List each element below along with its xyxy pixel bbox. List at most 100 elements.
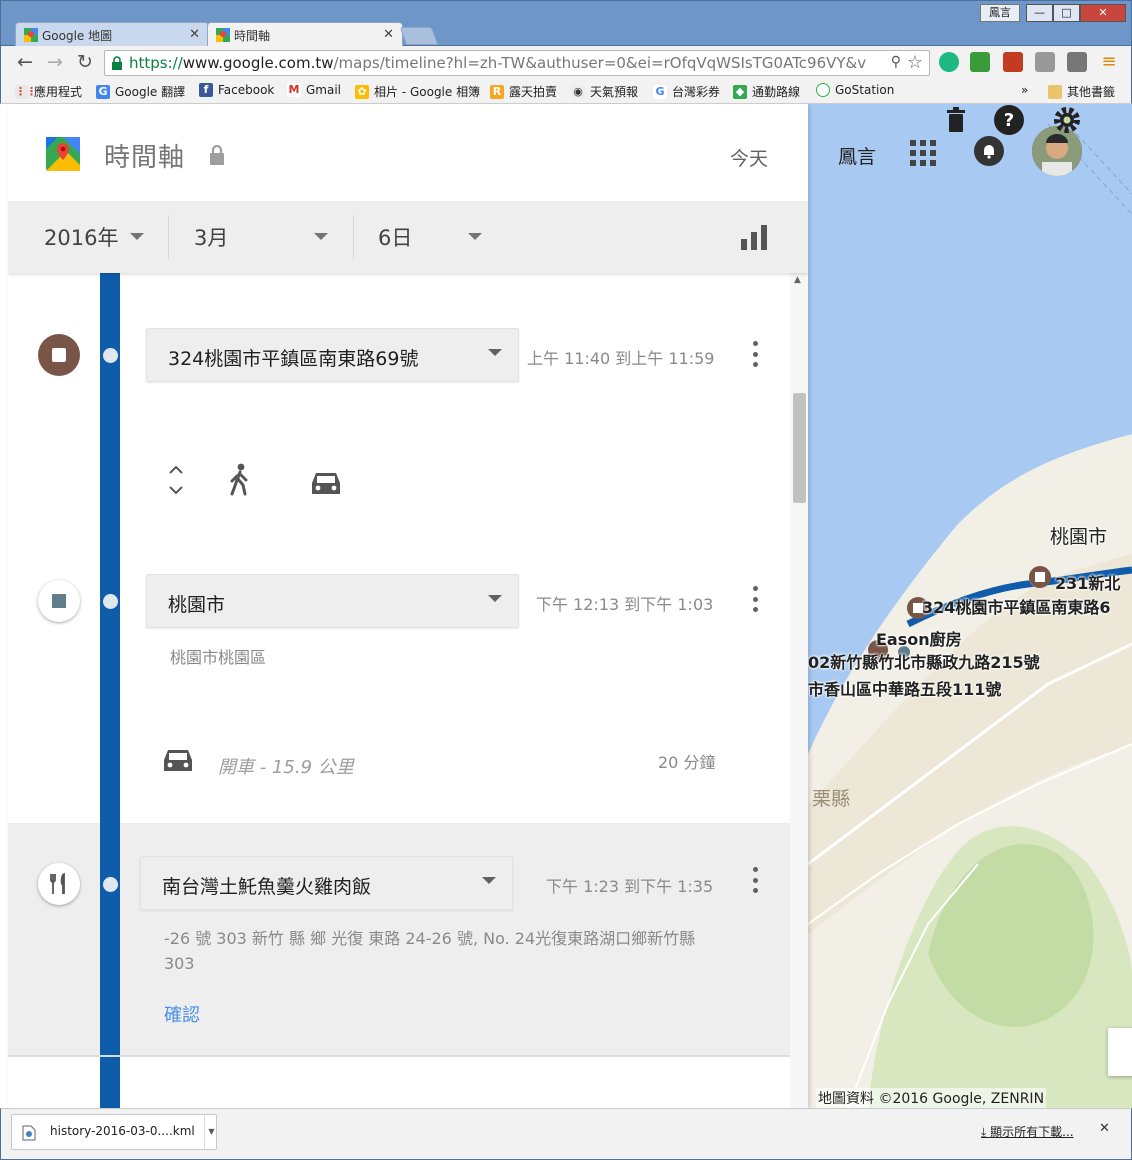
travel-summary[interactable]: 開車 - 15.9 公里 — [218, 753, 354, 779]
car-icon[interactable] — [310, 469, 342, 497]
close-window-button[interactable]: ✕ — [1080, 4, 1126, 22]
apps-grid-icon[interactable] — [910, 140, 936, 166]
map-label-place[interactable]: 02新竹縣竹北市縣政九路215號 — [808, 649, 1040, 673]
bookmarks-overflow-icon[interactable]: » — [1021, 83, 1028, 97]
restaurant-icon — [38, 863, 80, 905]
place-dropdown[interactable]: 324桃園市平鎮區南東路69號 — [146, 328, 519, 382]
month-dropdown[interactable]: 3月 — [194, 201, 334, 273]
google-maps-logo-icon[interactable] — [46, 137, 80, 171]
bookmark-other[interactable]: 其他書籤 — [1048, 83, 1115, 100]
forward-arrow-icon[interactable]: → — [43, 50, 67, 74]
download-filename: history-2016-03-0....kml — [50, 1124, 195, 1138]
bookmark-facebook[interactable]: f Facebook — [199, 83, 274, 97]
menu-icon[interactable]: ≡ — [1099, 52, 1119, 72]
year-dropdown[interactable]: 2016年 — [44, 201, 154, 273]
bookmark-translate[interactable]: G Google 翻譯 — [96, 83, 185, 100]
month-value: 3月 — [194, 226, 229, 250]
close-icon[interactable]: ✕ — [189, 27, 200, 42]
settings-gear-icon[interactable] — [1051, 104, 1083, 136]
stop-icon — [38, 580, 80, 622]
bookmark-ruten[interactable]: R 露天拍賣 — [490, 83, 557, 100]
zoom-icon[interactable]: ⚲ — [891, 54, 901, 70]
show-all-downloads-link[interactable]: ⤓ 顯示所有下載... — [981, 1123, 1074, 1140]
photos-icon: ✿ — [355, 84, 369, 99]
map-label-place[interactable]: Eason廚房 — [876, 626, 962, 650]
bookmark-commute[interactable]: ◆ 通勤路線 — [733, 83, 800, 100]
divider — [8, 1055, 790, 1057]
tab-title: Google 地圖 — [42, 28, 113, 43]
bookmark-photos[interactable]: ✿ 相片 - Google 相簿 — [355, 83, 480, 100]
travel-mode: 開車 — [218, 757, 254, 778]
place-dropdown[interactable]: 南台灣土魠魚羹火雞肉飯 — [140, 856, 513, 910]
facebook-icon: f — [199, 83, 213, 97]
lock-icon — [210, 144, 224, 165]
today-button[interactable]: 今天 — [730, 144, 768, 171]
map-label-city[interactable]: 桃園市 — [1050, 522, 1107, 549]
expand-panel-button[interactable] — [1108, 1028, 1132, 1076]
map-label-county: 栗縣 — [812, 788, 851, 810]
profile-button[interactable]: 鳳言 — [980, 4, 1020, 22]
bookmark-star-icon[interactable]: ☆ — [907, 52, 923, 73]
timeline-panel: 時間軸 今天 2016年 3月 6日 324桃園市平鎮區南東路69號 上午 11… — [8, 104, 808, 1108]
travel-duration: 20 分鐘 — [658, 753, 716, 772]
tab-title: 時間軸 — [234, 28, 271, 43]
bar-chart-icon[interactable] — [740, 223, 768, 251]
chevron-down-icon[interactable]: ▼ — [204, 1115, 218, 1149]
time-range: 上午 11:40 到上午 11:59 — [527, 349, 715, 368]
page-content: 鳳言 桃園市 231新北 324桃園市平鎮區南東路6 Eason廚房 02新竹縣… — [0, 104, 1132, 1108]
map-view[interactable]: 鳳言 桃園市 231新北 324桃園市平鎮區南東路6 Eason廚房 02新竹縣… — [808, 104, 1132, 1108]
close-icon[interactable]: ✕ — [383, 27, 394, 42]
map-label-place[interactable]: 324桃園市平鎮區南東路6 — [922, 594, 1111, 618]
walking-icon[interactable] — [228, 463, 252, 497]
extension-green-icon[interactable] — [939, 52, 959, 72]
extension-evernote-icon[interactable] — [970, 52, 990, 72]
window-titlebar: Google 地圖 ✕ 時間軸 ✕ 鳳言 — □ ✕ — [0, 0, 1132, 47]
download-item[interactable]: history-2016-03-0....kml ▼ — [11, 1114, 217, 1150]
tab-google-maps[interactable]: Google 地圖 ✕ — [15, 22, 209, 47]
more-vert-icon[interactable] — [751, 867, 759, 893]
bookmark-weather[interactable]: ◉ 天氣預報 — [571, 83, 638, 100]
url-text: https://www.google.com.tw/maps/timeline?… — [129, 54, 867, 72]
bookmark-apps[interactable]: ⋮⋮ 應用程式 — [15, 83, 82, 100]
maps-icon — [24, 28, 38, 42]
extension-cast-icon[interactable] — [1067, 52, 1087, 72]
timeline-dot — [103, 877, 118, 892]
scroll-up-icon[interactable]: ▲ — [794, 275, 801, 285]
timeline-dot — [103, 348, 118, 363]
confirm-link[interactable]: 確認 — [164, 1001, 200, 1027]
place-name: 324桃園市平鎮區南東路69號 — [168, 348, 419, 370]
map-label-place[interactable]: 231新北 — [1055, 570, 1120, 594]
notification-bell-icon[interactable] — [974, 136, 1004, 166]
new-tab-button[interactable] — [399, 27, 439, 45]
scrollbar-thumb[interactable] — [793, 393, 806, 503]
lock-icon — [112, 56, 122, 70]
show-all-label: 顯示所有下載... — [990, 1125, 1074, 1139]
map-credit: 地圖資料 ©2016 Google, ZENRIN — [816, 1088, 1047, 1108]
place-name: 南台灣土魠魚羹火雞肉飯 — [162, 876, 372, 898]
more-vert-icon[interactable] — [751, 586, 759, 612]
reload-icon[interactable]: ↻ — [73, 50, 97, 74]
place-dropdown[interactable]: 桃園市 — [146, 574, 519, 628]
extension-red-icon[interactable] — [1003, 52, 1023, 72]
minimize-button[interactable]: — — [1026, 4, 1053, 22]
place-name: 桃園市 — [168, 594, 226, 616]
back-arrow-icon[interactable]: ← — [13, 50, 37, 74]
map-language-label[interactable]: 鳳言 — [838, 142, 876, 169]
address-bar[interactable]: https://www.google.com.tw/maps/timeline?… — [104, 50, 930, 76]
map-label-place[interactable]: 市香山區中華路五段111號 — [808, 676, 1001, 700]
bookmark-gmail[interactable]: M Gmail — [287, 83, 341, 97]
help-icon[interactable]: ? — [993, 104, 1025, 136]
ruten-icon: R — [490, 84, 504, 99]
bookmark-gostation[interactable]: GoStation — [816, 83, 894, 97]
day-dropdown[interactable]: 6日 — [378, 201, 488, 273]
trash-icon[interactable] — [940, 104, 972, 136]
bookmark-lottery[interactable]: G 台灣彩券 — [653, 83, 720, 100]
expand-collapse-icon[interactable] — [166, 461, 186, 499]
maximize-button[interactable]: □ — [1053, 4, 1080, 22]
panel-header: 時間軸 今天 — [8, 104, 808, 201]
browser-toolbar: ← → ↻ https://www.google.com.tw/maps/tim… — [0, 46, 1132, 79]
extension-gray-icon[interactable] — [1035, 52, 1055, 72]
more-vert-icon[interactable] — [751, 341, 759, 367]
tab-timeline[interactable]: 時間軸 ✕ — [207, 22, 403, 47]
close-icon[interactable]: ✕ — [1099, 1121, 1110, 1136]
